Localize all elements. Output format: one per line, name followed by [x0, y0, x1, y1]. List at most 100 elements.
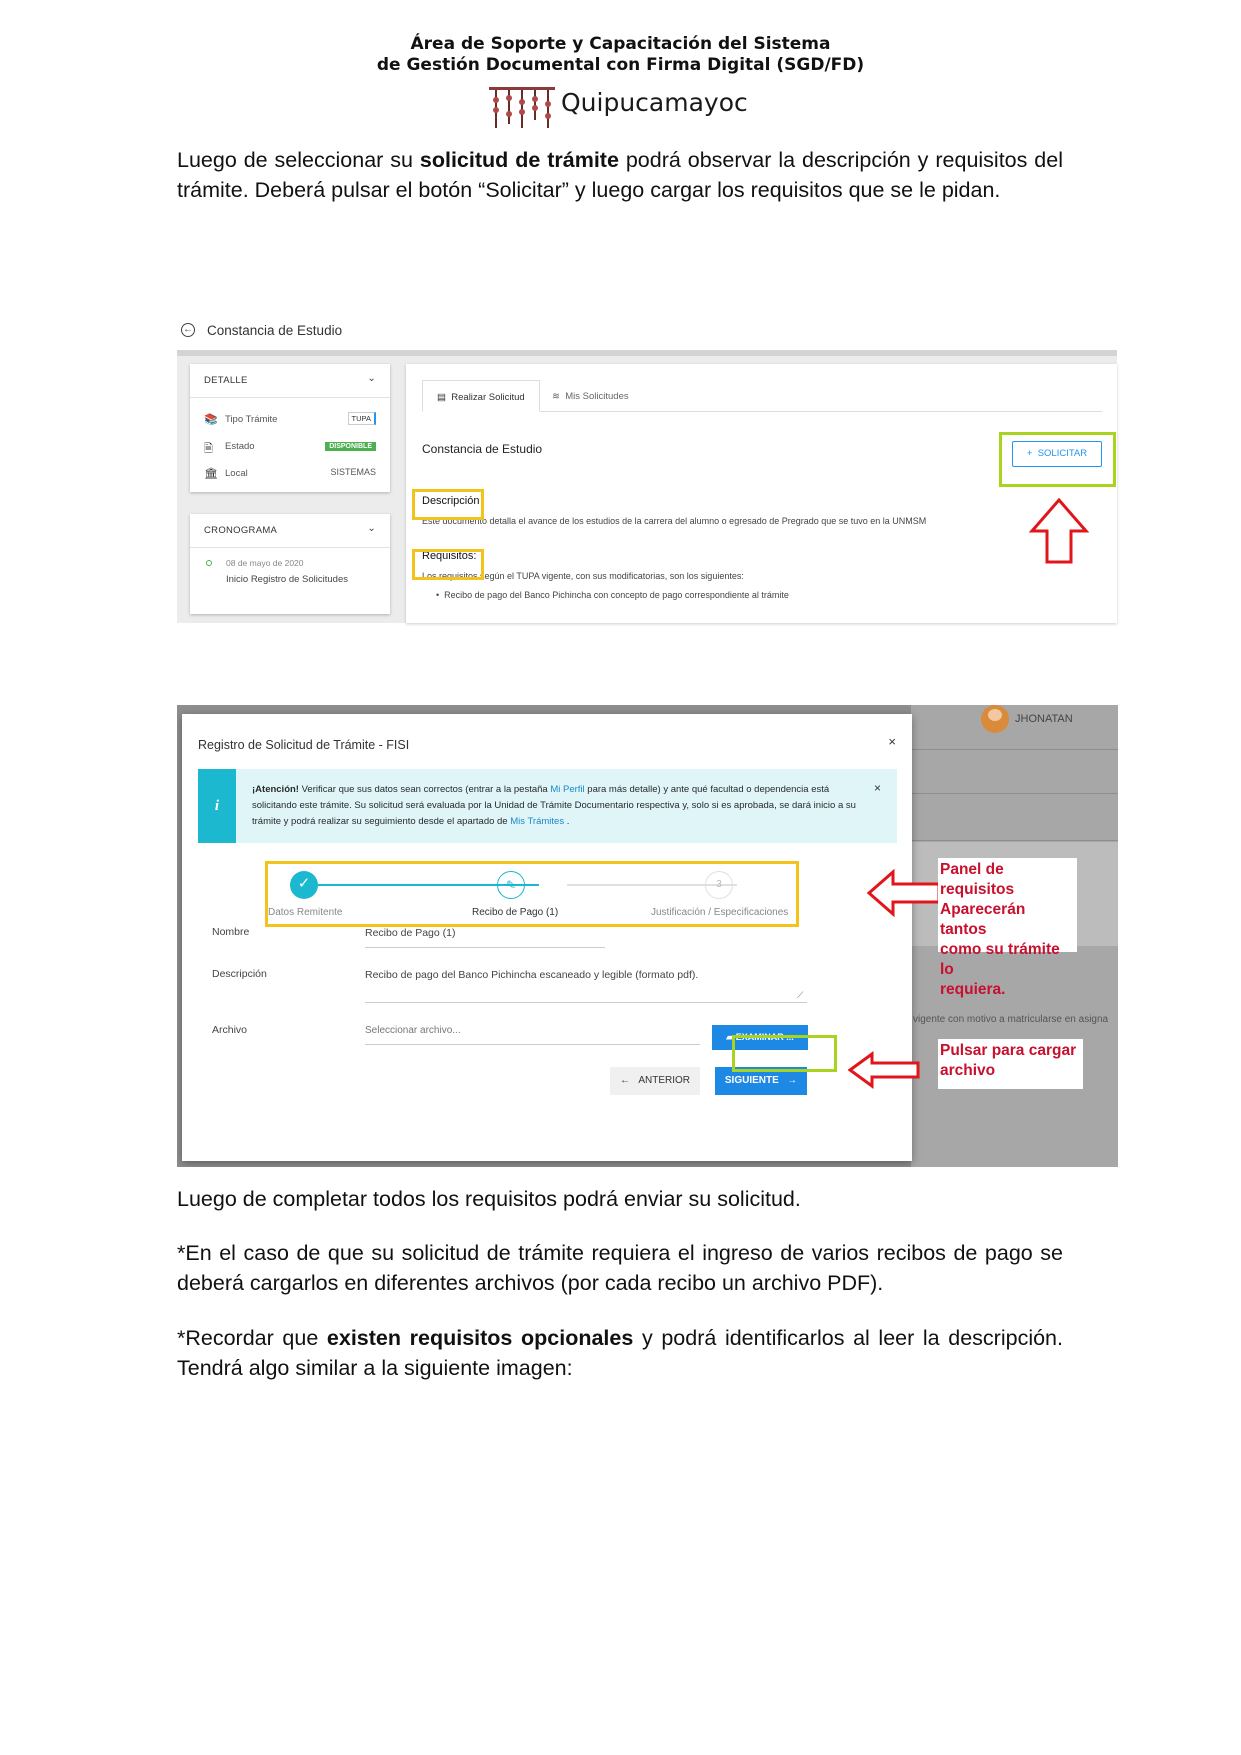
descripcion-underline: [365, 1002, 807, 1003]
descripcion-label: Descripción: [212, 968, 267, 980]
requisito-text: Recibo de pago del Banco Pichincha con c…: [444, 590, 789, 600]
note-line: requiera.: [940, 981, 1006, 998]
arrow-left-icon: ←: [619, 1075, 630, 1086]
mi-perfil-link[interactable]: Mi Perfil: [550, 784, 584, 795]
archivo-input[interactable]: Seleccionar archivo...: [365, 1025, 461, 1036]
form-icon: ▤: [437, 392, 446, 403]
paragraph-opcionales: *Recordar que existen requisitos opciona…: [177, 1323, 1063, 1383]
user-name[interactable]: JHONATAN: [1015, 713, 1073, 725]
note-line: Aparecerán tantos: [940, 901, 1026, 938]
intro-text-a: Luego de seleccionar su: [177, 148, 420, 172]
detail-label: Tipo Trámite: [225, 414, 278, 425]
quipucamayoc-logo: Quipucamayoc: [487, 84, 777, 130]
tab-label: Mis Solicitudes: [565, 391, 629, 402]
tab-bar: ▤ Realizar Solicitud ≋ Mis Solicitudes: [422, 380, 1102, 412]
note-line: Pulsar para cargar: [940, 1042, 1077, 1059]
paragraph-recibos: *En el caso de que su solicitud de trámi…: [177, 1241, 1063, 1295]
tramite-main-card: ▤ Realizar Solicitud ≋ Mis Solicitudes C…: [406, 364, 1117, 623]
alert-text: ¡Atención! Verificar que sus datos sean …: [252, 782, 872, 830]
nombre-field[interactable]: Recibo de Pago (1): [365, 927, 455, 939]
abacus-logo-icon: [489, 87, 555, 128]
event-date: 08 de mayo de 2020: [226, 558, 304, 568]
note-line: Panel de requisitos: [940, 861, 1015, 898]
descripcion-text: Este documento detalla el avance de los …: [422, 516, 927, 526]
tab-mis-solicitudes[interactable]: ≋ Mis Solicitudes: [538, 380, 643, 412]
descripcion-textarea[interactable]: Recibo de pago del Banco Pichincha escan…: [365, 969, 698, 981]
detail-label: Local: [225, 468, 248, 479]
alert-text-3: .: [564, 816, 570, 827]
bg-divider: [911, 793, 1118, 794]
cronograma-title: CRONOGRAMA: [204, 525, 278, 536]
status-doc-icon: 🗎: [204, 443, 213, 455]
alert-text-1: Verificar que sus datos sean correctos (…: [298, 784, 551, 795]
detalle-title: DETALLE: [204, 375, 248, 386]
top-divider: [177, 350, 1117, 356]
detail-row-estado: 🗎 Estado DISPONIBLE: [190, 433, 390, 460]
cronograma-header[interactable]: CRONOGRAMA ⌄: [190, 514, 390, 548]
detail-label: Estado: [225, 441, 255, 452]
books-icon: 📚: [204, 414, 218, 426]
red-left-arrow-icon: [867, 869, 941, 917]
building-icon: 🏛: [204, 468, 218, 480]
red-up-arrow-icon: [1029, 498, 1089, 564]
back-arrow-icon[interactable]: ←: [181, 323, 195, 337]
opcionales-text-a: *Recordar que: [177, 1326, 327, 1350]
header-line-2: de Gestión Documental con Firma Digital …: [376, 55, 865, 75]
screenshot-constancia-detalle: ← Constancia de Estudio DETALLE ⌄ 📚 Tipo…: [177, 318, 1117, 623]
info-icon: i: [198, 769, 236, 843]
descripcion-highlight: [412, 489, 484, 520]
intro-text-bold: solicitud de trámite: [419, 148, 619, 172]
attention-alert: i ¡Atención! Verificar que sus datos sea…: [198, 769, 897, 843]
chevron-down-icon[interactable]: ⌄: [367, 523, 376, 534]
requisitos-highlight: [412, 549, 484, 580]
tramite-title: Constancia de Estudio: [422, 442, 543, 456]
avatar[interactable]: [981, 705, 1009, 733]
nombre-underline: [365, 947, 605, 948]
tupa-badge: TUPA: [347, 412, 376, 425]
siguiente-label: SIGUIENTE: [724, 1075, 779, 1086]
note-line: archivo: [940, 1062, 996, 1079]
modal-title: Registro de Solicitud de Trámite - FISI: [198, 738, 410, 752]
requisitos-list-item: • Recibo de pago del Banco Pichincha con…: [436, 590, 789, 600]
screenshot-registro-solicitud: JHONATAN vigente con motivo a matricular…: [177, 705, 1118, 1167]
bg-divider: [911, 749, 1118, 750]
alert-bold: ¡Atención!: [252, 784, 299, 795]
document-header: Área de Soporte y Capacitación del Siste…: [0, 34, 1241, 76]
examinar-highlight: [732, 1035, 837, 1072]
resize-handle-icon[interactable]: ⟋: [797, 990, 803, 1001]
nombre-label: Nombre: [212, 926, 250, 938]
detalle-header[interactable]: DETALLE ⌄: [190, 364, 390, 398]
close-icon[interactable]: ×: [888, 734, 896, 749]
anterior-button[interactable]: ← ANTERIOR: [610, 1067, 700, 1095]
event-title: Inicio Registro de Solicitudes: [226, 574, 348, 585]
archivo-underline: [365, 1044, 700, 1045]
opcionales-text-bold: existen requisitos opcionales: [326, 1326, 634, 1350]
anterior-label: ANTERIOR: [638, 1075, 690, 1086]
cronograma-event: 08 de mayo de 2020 Inicio Registro de So…: [190, 548, 390, 608]
mis-tramites-link[interactable]: Mis Trámites: [510, 816, 564, 827]
tab-label: Realizar Solicitud: [451, 392, 525, 403]
chevron-down-icon[interactable]: ⌄: [367, 373, 376, 384]
alert-close-icon[interactable]: ×: [874, 781, 881, 795]
tab-realizar-solicitud[interactable]: ▤ Realizar Solicitud: [422, 380, 540, 412]
background-text: vigente con motivo a matricularse en asi…: [913, 1014, 1109, 1025]
red-left-arrow-icon: [848, 1051, 920, 1089]
arrow-right-icon: →: [787, 1075, 798, 1086]
stepper-highlight: [265, 861, 799, 927]
header-line-1: Área de Soporte y Capacitación del Siste…: [410, 34, 831, 54]
page-title: Constancia de Estudio: [207, 323, 343, 338]
detalle-card: DETALLE ⌄ 📚 Tipo Trámite TUPA 🗎 Estado D…: [190, 364, 390, 492]
bg-divider: [911, 840, 1118, 841]
solicitar-highlight: [999, 432, 1116, 487]
panel-requisitos-note: Panel de requisitos Aparecerán tantos co…: [938, 858, 1077, 998]
intro-paragraph: Luego de seleccionar su solicitud de trá…: [177, 145, 1063, 205]
page-topbar: ← Constancia de Estudio: [177, 318, 1117, 348]
cronograma-card: CRONOGRAMA ⌄ 08 de mayo de 2020 Inicio R…: [190, 514, 390, 614]
note-line: como su trámite lo: [940, 941, 1060, 978]
local-value: SISTEMAS: [330, 467, 376, 477]
detail-row-tipo: 📚 Tipo Trámite TUPA: [190, 406, 390, 433]
archivo-label: Archivo: [212, 1024, 248, 1036]
layers-icon: ≋: [552, 391, 560, 402]
paragraph-enviar: Luego de completar todos los requisitos …: [177, 1187, 801, 1211]
registro-modal: Registro de Solicitud de Trámite - FISI …: [182, 714, 912, 1161]
